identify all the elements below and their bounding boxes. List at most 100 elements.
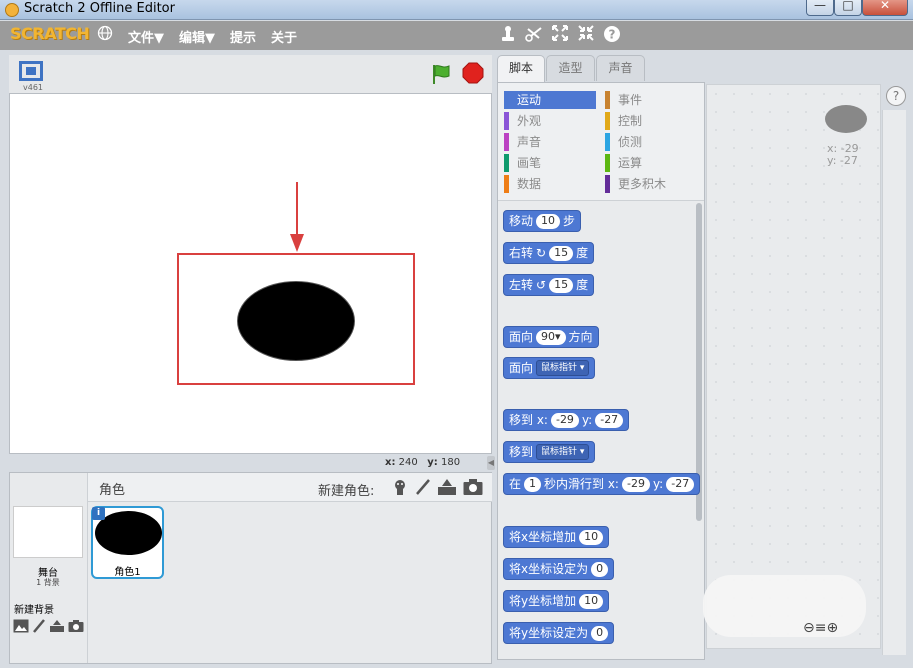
- sprite-library-icon[interactable]: [391, 478, 409, 496]
- paintbrush-icon[interactable]: [32, 619, 46, 633]
- block-palette: 运动 外观 声音 画笔 数据 事件 控制 侦测 运算 更多积木 移动 10 步 …: [497, 82, 705, 660]
- block-input[interactable]: 0: [591, 625, 609, 641]
- stage-toolbar: v461: [9, 55, 492, 93]
- block-turn-right[interactable]: 右转 ↻ 15 度: [503, 242, 595, 264]
- block-change-x[interactable]: 将x坐标增加 10: [503, 526, 610, 548]
- help-question-icon[interactable]: ?: [602, 25, 622, 45]
- menu-file[interactable]: 文件▼: [128, 27, 164, 46]
- block-text: y:: [581, 413, 593, 427]
- block-change-y[interactable]: 将y坐标增加 10: [503, 590, 610, 612]
- category-motion[interactable]: 运动: [504, 91, 596, 109]
- sprite-ellipse[interactable]: [237, 281, 355, 361]
- block-text: 面向: [509, 361, 534, 375]
- svg-text:?: ?: [609, 28, 616, 42]
- menu-edit[interactable]: 编辑▼: [179, 27, 215, 46]
- block-text: 移动: [509, 214, 534, 228]
- sprite-name: 角色1: [114, 567, 141, 578]
- category-sensing[interactable]: 侦测: [605, 133, 697, 151]
- category-pen[interactable]: 画笔: [504, 154, 596, 172]
- image-library-icon[interactable]: [13, 619, 29, 633]
- zoom-out-icon[interactable]: ⊖: [803, 620, 815, 636]
- script-area[interactable]: x: -29 y: -27: [706, 84, 881, 649]
- category-operators[interactable]: 运算: [605, 154, 697, 172]
- category-more-blocks[interactable]: 更多积木: [605, 175, 697, 193]
- block-text: 方向: [568, 330, 593, 344]
- block-goto[interactable]: 移到 鼠标指针 ▾: [503, 441, 596, 463]
- block-glide[interactable]: 在 1 秒内滑行到 x: -29 y: -27: [503, 473, 701, 495]
- coord-y-value: 180: [441, 457, 461, 468]
- block-dropdown[interactable]: 鼠标指针 ▾: [536, 360, 590, 376]
- block-point-direction[interactable]: 面向 90▾ 方向: [503, 326, 599, 348]
- block-input[interactable]: 10: [536, 213, 561, 229]
- block-input[interactable]: -29: [550, 412, 579, 428]
- stop-icon[interactable]: [462, 62, 484, 84]
- maximize-button[interactable]: □: [834, 0, 862, 16]
- scratch-logo[interactable]: SCRATCH: [10, 24, 90, 43]
- block-input[interactable]: 1: [524, 476, 542, 492]
- stage-backdrop-count: 1 背景: [36, 578, 60, 587]
- block-move-steps[interactable]: 移动 10 步: [503, 210, 582, 232]
- menu-tips[interactable]: 提示: [230, 27, 256, 46]
- block-goto-xy[interactable]: 移到 x: -29 y: -27: [503, 409, 630, 431]
- zoom-reset-icon[interactable]: ≡: [815, 620, 827, 636]
- block-input[interactable]: 10: [579, 593, 604, 609]
- stage-thumbnail[interactable]: [13, 506, 83, 558]
- block-point-towards[interactable]: 面向 鼠标指针 ▾: [503, 357, 596, 379]
- paintbrush-icon[interactable]: [415, 478, 431, 496]
- zoom-controls: ⊖≡⊕: [803, 620, 838, 636]
- tab-sounds[interactable]: 声音: [596, 55, 645, 81]
- stage-canvas[interactable]: [9, 93, 492, 454]
- duplicate-stamp-icon[interactable]: [498, 25, 518, 45]
- camera-icon[interactable]: [463, 478, 483, 496]
- block-turn-left[interactable]: 左转 ↺ 15 度: [503, 274, 595, 296]
- close-button[interactable]: ✕: [862, 0, 908, 16]
- block-input[interactable]: 15: [549, 245, 574, 261]
- block-input[interactable]: -29: [621, 476, 650, 492]
- block-input[interactable]: -27: [666, 476, 695, 492]
- coord-x-value: 240: [398, 457, 418, 468]
- block-text: 右转: [509, 246, 534, 260]
- block-text: 将x坐标增加: [509, 530, 577, 544]
- block-set-x[interactable]: 将x坐标设定为 0: [503, 558, 615, 580]
- tab-scripts[interactable]: 脚本: [497, 55, 545, 82]
- block-input[interactable]: 10: [579, 529, 604, 545]
- y-value: -27: [839, 154, 858, 167]
- minimize-button[interactable]: —: [806, 0, 834, 16]
- block-input[interactable]: 15: [549, 277, 574, 293]
- green-flag-icon[interactable]: [430, 63, 452, 85]
- sprite-thumbnail: [95, 511, 162, 555]
- right-gutter: [882, 110, 906, 655]
- block-set-y[interactable]: 将y坐标设定为 0: [503, 622, 615, 644]
- upload-icon[interactable]: [49, 619, 65, 633]
- cut-scissors-icon[interactable]: [524, 25, 544, 45]
- block-text: 移到: [509, 445, 534, 459]
- sprite-card[interactable]: i 角色1: [91, 506, 164, 579]
- menu-about[interactable]: 关于: [271, 27, 297, 46]
- camera-icon[interactable]: [68, 619, 84, 633]
- category-control[interactable]: 控制: [605, 112, 697, 130]
- y-label: y:: [827, 154, 837, 167]
- tab-costumes[interactable]: 造型: [546, 55, 595, 81]
- block-input[interactable]: 90▾: [536, 329, 566, 345]
- app-icon: [5, 3, 19, 17]
- info-icon[interactable]: i: [92, 507, 105, 520]
- category-events[interactable]: 事件: [605, 91, 697, 109]
- category-looks[interactable]: 外观: [504, 112, 596, 130]
- block-input[interactable]: 0: [591, 561, 609, 577]
- stage-column: 舞台 1 背景 新建背景: [10, 473, 88, 663]
- grow-icon[interactable]: [550, 25, 570, 45]
- category-sound[interactable]: 声音: [504, 133, 596, 151]
- upload-icon[interactable]: [437, 478, 457, 496]
- help-tips-icon[interactable]: ?: [886, 86, 906, 106]
- turn-left-icon: ↺: [536, 278, 547, 292]
- zoom-in-icon[interactable]: ⊕: [826, 620, 838, 636]
- fullscreen-icon[interactable]: [19, 61, 43, 81]
- block-text: 将x坐标设定为: [509, 562, 589, 576]
- block-text: 在: [509, 477, 522, 491]
- block-dropdown[interactable]: 鼠标指针 ▾: [536, 444, 590, 460]
- globe-icon[interactable]: [95, 25, 115, 45]
- shrink-icon[interactable]: [576, 25, 596, 45]
- block-input[interactable]: -27: [595, 412, 624, 428]
- collapse-stage-handle[interactable]: ◀: [487, 456, 495, 470]
- category-data[interactable]: 数据: [504, 175, 596, 193]
